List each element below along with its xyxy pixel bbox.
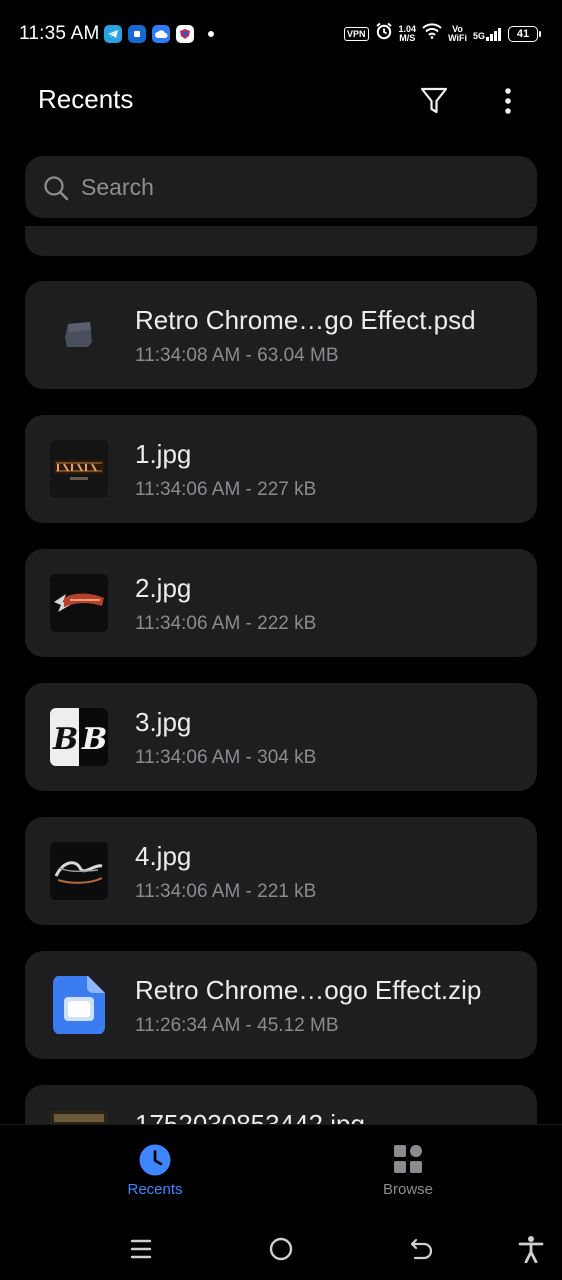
list-item[interactable]: Retro Chrome…go Effect.psd 11:34:08 AM -… (25, 281, 537, 389)
file-name: Retro Chrome…ogo Effect.zip (135, 975, 482, 1005)
tab-browse-label: Browse (382, 1181, 434, 1198)
home-button[interactable] (266, 1234, 296, 1264)
file-meta: 11:26:34 AM - 45.12 MB (135, 1015, 339, 1036)
back-button[interactable] (407, 1234, 437, 1264)
more-options-button[interactable] (494, 84, 522, 118)
list-item[interactable]: BB 3.jpg 11:34:06 AM - 304 kB (25, 683, 537, 791)
list-item[interactable]: 4.jpg 11:34:06 AM - 221 kB (25, 817, 537, 925)
tab-recents-label: Recents (127, 1181, 183, 1198)
filter-button[interactable] (418, 84, 450, 118)
status-indicators: VPN 1.04 M/S Vo WiFi 5G 41 (344, 22, 541, 45)
accessibility-button[interactable] (516, 1234, 546, 1264)
page-title: Recents (38, 84, 134, 114)
cloud-icon (152, 25, 170, 43)
recent-files-list[interactable]: Retro Chrome…go Effect.psd 11:34:08 AM -… (0, 226, 562, 1124)
more-vertical-icon (505, 88, 511, 114)
svg-text:B: B (81, 722, 107, 757)
wifi-icon (422, 23, 442, 44)
menu-lines-icon (130, 1239, 152, 1259)
file-meta: 11:34:08 AM - 63.04 MB (135, 345, 339, 366)
home-circle-icon (269, 1237, 293, 1261)
search-icon (44, 176, 69, 201)
file-meta: 11:34:06 AM - 221 kB (135, 881, 317, 902)
filter-icon (420, 87, 448, 114)
file-name: 2.jpg (135, 573, 192, 603)
cellular-signal: 5G (473, 27, 502, 41)
recent-apps-button[interactable] (126, 1234, 156, 1264)
wifi-label: WiFi (448, 32, 467, 43)
list-item[interactable]: 2.jpg 11:34:06 AM - 222 kB (25, 549, 537, 657)
list-item[interactable]: Retro Chrome…ogo Effect.zip 11:26:34 AM … (25, 951, 537, 1059)
vpn-indicator: VPN (344, 26, 369, 41)
status-time: 11:35 AM (19, 23, 100, 44)
file-name: 4.jpg (135, 841, 192, 871)
vowifi-indicator: Vo WiFi (448, 24, 467, 43)
image-thumbnail (50, 1110, 108, 1124)
network-speed: 1.04 M/S (399, 24, 417, 43)
search-bar[interactable] (25, 156, 537, 218)
more-notifications-dot (208, 31, 214, 37)
bottom-navigation: Recents Browse (0, 1124, 562, 1213)
svg-text:B: B (52, 722, 78, 757)
status-bar: 11:35 AM VPN 1.04 M/S Vo WiFi 5G 41 (0, 0, 562, 70)
app-icon (128, 25, 146, 43)
files-app-screen: 11:35 AM VPN 1.04 M/S Vo WiFi 5G 41 Rece… (0, 0, 562, 1280)
file-name: 3.jpg (135, 707, 192, 737)
system-navigation-bar (0, 1212, 562, 1280)
image-thumbnail (50, 440, 108, 498)
file-name: Retro Chrome…go Effect.psd (135, 305, 476, 335)
alarm-icon (375, 22, 393, 45)
zip-file-icon (50, 976, 108, 1034)
list-item[interactable]: 1752030853442.jpg (25, 1085, 537, 1124)
psd-thumbnail (50, 306, 108, 364)
image-thumbnail (50, 574, 108, 632)
image-thumbnail (50, 842, 108, 900)
file-meta: 11:34:06 AM - 222 kB (135, 613, 317, 634)
list-item[interactable]: 1.jpg 11:34:06 AM - 227 kB (25, 415, 537, 523)
file-meta: 11:34:06 AM - 304 kB (135, 747, 317, 768)
tab-recents[interactable]: Recents (85, 1143, 225, 1198)
signal-bars-icon (486, 27, 501, 41)
clock-icon (139, 1144, 171, 1176)
telegram-icon (104, 25, 122, 43)
file-meta: 11:34:06 AM - 227 kB (135, 479, 317, 500)
back-arrow-icon (410, 1238, 433, 1260)
image-thumbnail: BB (50, 708, 108, 766)
list-item-partial[interactable] (25, 226, 537, 256)
battery-indicator: 41 (508, 25, 541, 42)
speed-unit: M/S (399, 32, 416, 43)
notification-icons (104, 25, 214, 43)
accessibility-icon (518, 1236, 544, 1263)
file-name: 1752030853442.jpg (135, 1109, 365, 1124)
network-type: 5G (472, 30, 485, 41)
browse-grid-icon (394, 1145, 422, 1173)
search-input[interactable] (81, 156, 501, 218)
vpn-app-icon (176, 25, 194, 43)
file-name: 1.jpg (135, 439, 192, 469)
tab-browse[interactable]: Browse (338, 1143, 478, 1198)
